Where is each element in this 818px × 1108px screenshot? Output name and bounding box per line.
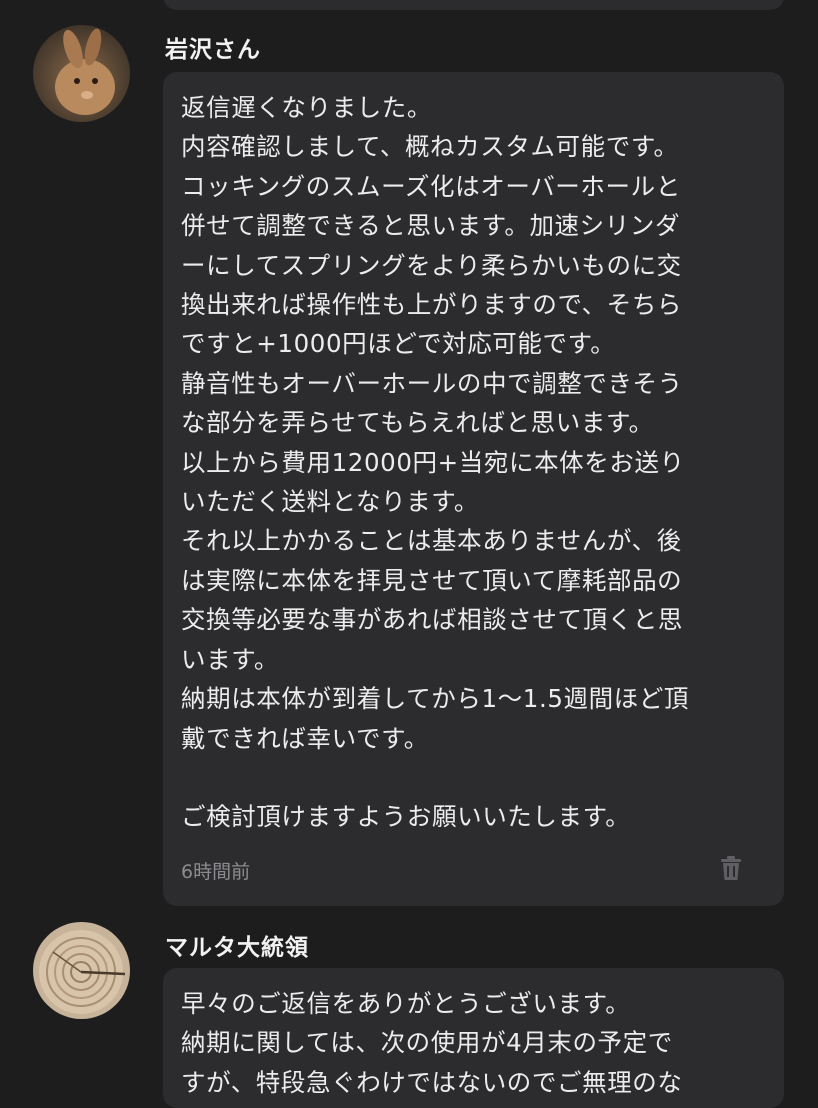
author-name[interactable]: 岩沢さん xyxy=(165,30,261,64)
message-bubble: 早々のご返信をありがとうございます。 納期に関しては、次の使用が4月末の予定で … xyxy=(163,968,784,1108)
message-text: 早々のご返信をありがとうございます。 納期に関しては、次の使用が4月末の予定で … xyxy=(181,989,683,1097)
user-avatar[interactable] xyxy=(33,25,130,122)
message-text: 返信遅くなりました。 内容確認しまして、概ねカスタム可能です。 コッキングのスム… xyxy=(181,93,690,832)
previous-message-bubble xyxy=(163,0,784,10)
wood-slice-avatar-icon xyxy=(33,922,130,1019)
author-name[interactable]: マルタ大統領 xyxy=(165,928,309,962)
rabbit-avatar-icon xyxy=(33,25,130,122)
timestamp: 6時間前 xyxy=(181,860,251,883)
user-avatar[interactable] xyxy=(33,922,130,1019)
message-bubble: 返信遅くなりました。 内容確認しまして、概ねカスタム可能です。 コッキングのスム… xyxy=(163,72,784,906)
trash-icon[interactable] xyxy=(720,855,742,881)
message-meta: 6時間前 xyxy=(181,837,766,897)
